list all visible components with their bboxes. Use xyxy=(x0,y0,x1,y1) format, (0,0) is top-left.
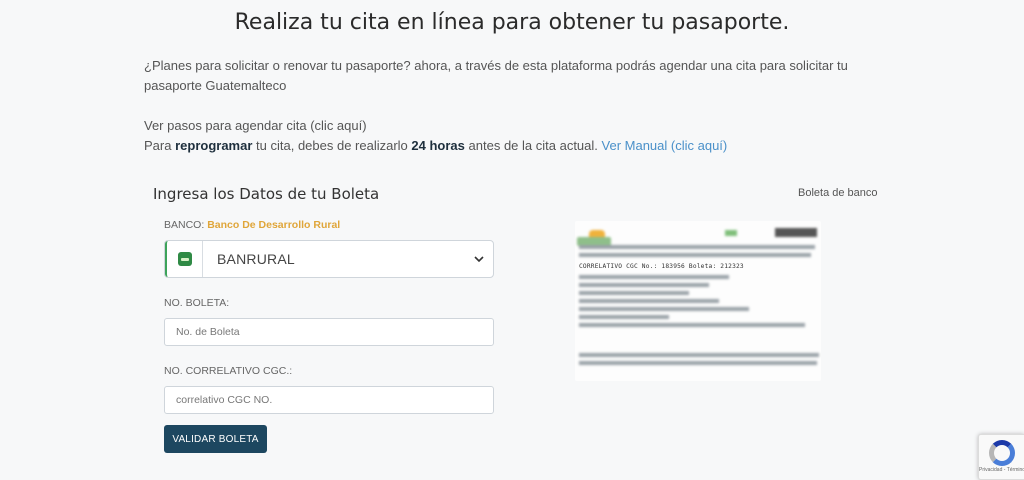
reschedule-mid: tu cita, debes de realizarlo xyxy=(256,138,408,153)
manual-link[interactable]: Ver Manual (clic aquí) xyxy=(602,138,728,153)
reschedule-suffix: antes de la cita actual. xyxy=(468,138,598,153)
recaptcha-text[interactable]: Privacidad - Términos xyxy=(979,467,1024,473)
receipt-image: CORRELATIVO CGC No.: 183956 Boleta: 2123… xyxy=(575,221,821,381)
page-title: Realiza tu cita en línea para obtener tu… xyxy=(234,10,790,35)
cgc-label: NO. CORRELATIVO CGC.: xyxy=(164,365,293,377)
recaptcha-icon xyxy=(988,440,1015,466)
steps-section: Ver pasos para agendar cita (clic aquí) … xyxy=(144,116,904,156)
cgc-input[interactable] xyxy=(164,386,494,414)
bank-select[interactable]: BANRURAL xyxy=(164,240,494,278)
recaptcha-badge[interactable]: Privacidad - Términos xyxy=(978,434,1024,480)
receipt-label: Boleta de banco xyxy=(798,187,878,199)
bank-label: BANCO: xyxy=(164,219,205,231)
receipt-visible-line: CORRELATIVO CGC No.: 183956 Boleta: 2123… xyxy=(579,263,744,270)
hours-bold: 24 horas xyxy=(411,138,465,153)
form-heading: Ingresa los Datos de tu Boleta xyxy=(153,185,380,203)
intro-text: ¿Planes para solicitar o renovar tu pasa… xyxy=(144,58,848,93)
chevron-down-icon xyxy=(465,252,493,266)
reschedule-prefix: Para xyxy=(144,138,172,153)
steps-link[interactable]: Ver pasos para agendar cita (clic aquí) xyxy=(144,118,367,133)
bank-logo-icon xyxy=(165,241,203,277)
boleta-input[interactable] xyxy=(164,318,494,346)
bank-name: Banco De Desarrollo Rural xyxy=(207,219,341,231)
bank-line: BANCO: Banco De Desarrollo Rural xyxy=(164,219,340,231)
reschedule-bold: reprogramar xyxy=(175,138,253,153)
validate-button[interactable]: VALIDAR BOLETA xyxy=(164,425,267,453)
boleta-label: NO. BOLETA: xyxy=(164,297,230,309)
bank-select-value: BANRURAL xyxy=(217,251,295,267)
